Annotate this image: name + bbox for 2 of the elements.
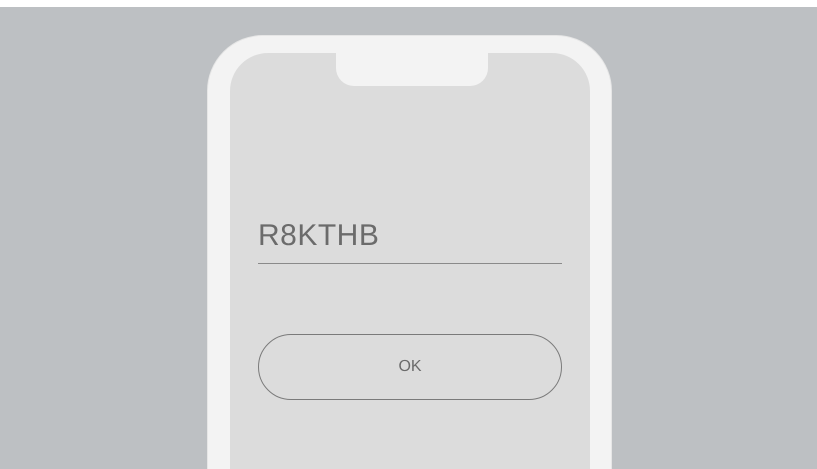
- ok-button[interactable]: OK: [258, 334, 562, 400]
- code-field[interactable]: R8KTHB: [258, 219, 562, 264]
